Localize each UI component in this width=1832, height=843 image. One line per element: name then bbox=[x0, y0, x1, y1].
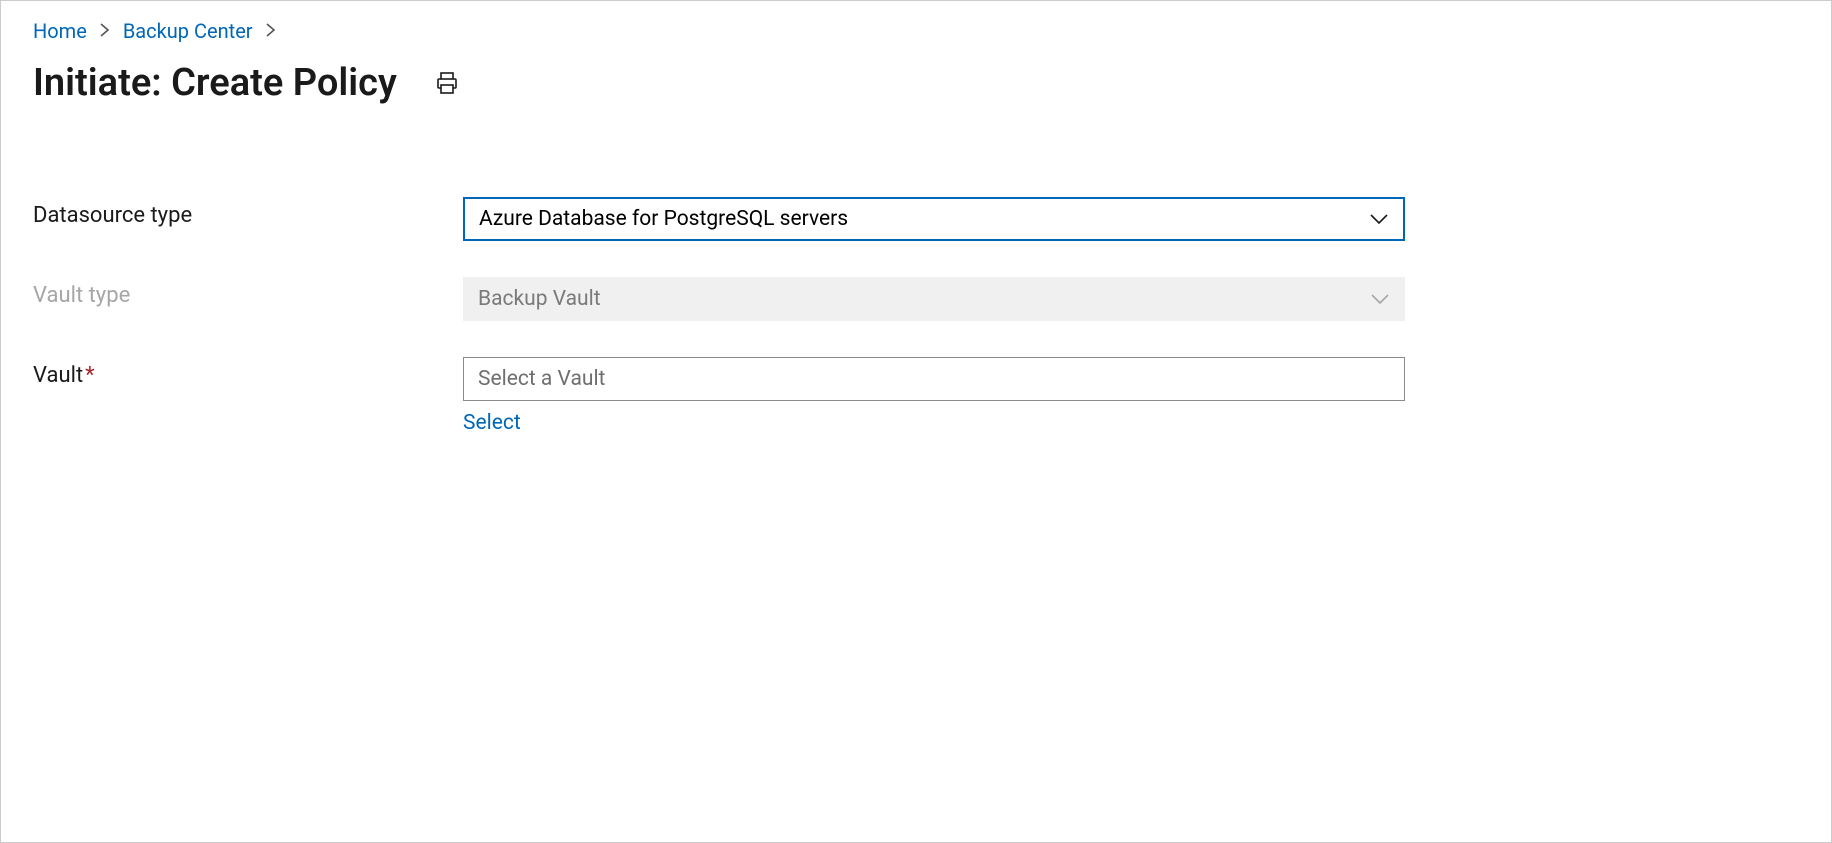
breadcrumb-link-home[interactable]: Home bbox=[33, 19, 87, 43]
title-row: Initiate: Create Policy bbox=[33, 61, 1799, 105]
vault-placeholder: Select a Vault bbox=[478, 367, 605, 391]
required-indicator: * bbox=[85, 363, 94, 388]
page-title: Initiate: Create Policy bbox=[33, 61, 397, 105]
chevron-down-icon bbox=[1369, 207, 1389, 231]
chevron-down-icon bbox=[1370, 287, 1390, 311]
form-row-vault-type: Vault type Backup Vault bbox=[33, 277, 1799, 321]
breadcrumb: Home Backup Center bbox=[33, 19, 1799, 43]
vault-type-select: Backup Vault bbox=[463, 277, 1405, 321]
datasource-type-label: Datasource type bbox=[33, 197, 463, 228]
datasource-type-select[interactable]: Azure Database for PostgreSQL servers bbox=[463, 197, 1405, 241]
vault-label: Vault* bbox=[33, 357, 463, 388]
vault-input[interactable]: Select a Vault bbox=[463, 357, 1405, 401]
print-icon[interactable] bbox=[435, 71, 459, 95]
form-row-datasource-type: Datasource type Azure Database for Postg… bbox=[33, 197, 1799, 241]
datasource-type-value: Azure Database for PostgreSQL servers bbox=[479, 207, 848, 231]
vault-select-link[interactable]: Select bbox=[463, 411, 521, 435]
form-row-vault: Vault* Select a Vault Select bbox=[33, 357, 1799, 435]
chevron-right-icon bbox=[265, 21, 277, 42]
vault-type-value: Backup Vault bbox=[478, 287, 601, 311]
chevron-right-icon bbox=[99, 21, 111, 42]
breadcrumb-link-backup-center[interactable]: Backup Center bbox=[123, 19, 253, 43]
vault-type-label: Vault type bbox=[33, 277, 463, 308]
